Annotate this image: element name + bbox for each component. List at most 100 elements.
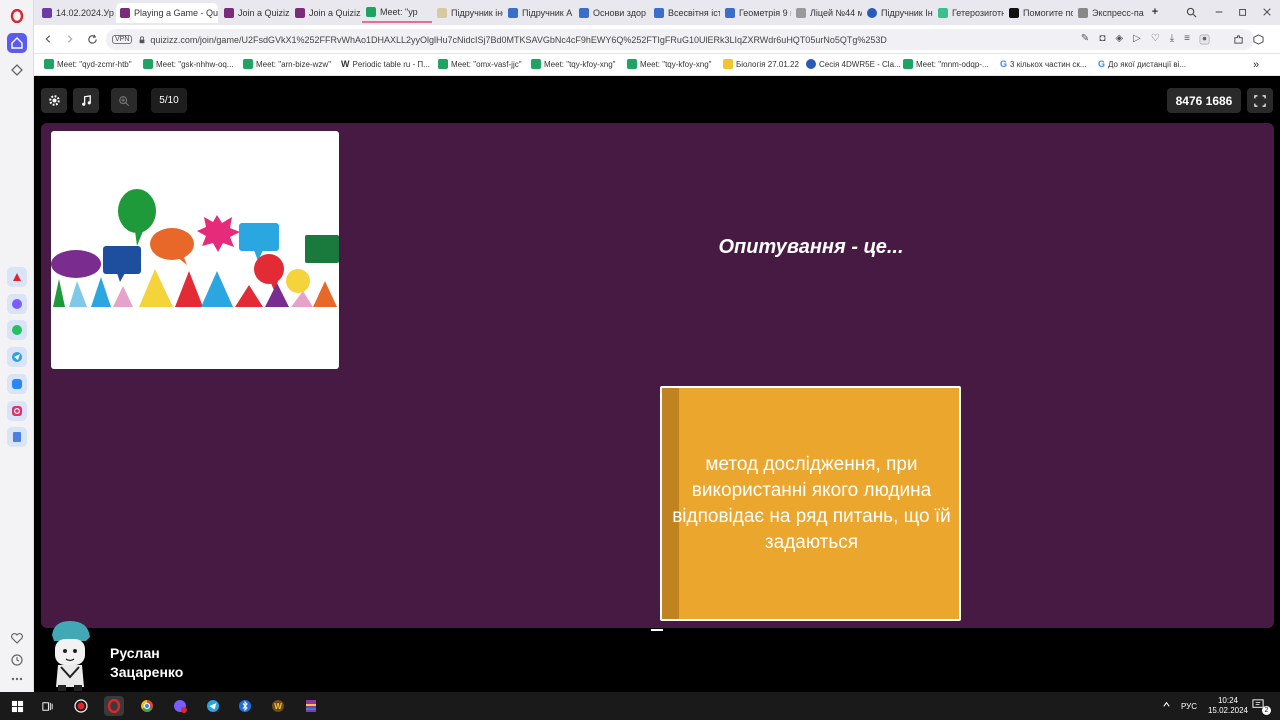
extensions-icon[interactable]	[1230, 31, 1246, 47]
close-window-button[interactable]	[1258, 4, 1276, 20]
folder-icon	[723, 59, 733, 69]
bookmark[interactable]: G До якої дистанції ві...	[1098, 59, 1186, 69]
back-icon[interactable]	[40, 31, 56, 47]
tab[interactable]: Підручник інф	[433, 3, 503, 23]
windows-start-icon[interactable]	[7, 696, 27, 716]
grid-icon	[1078, 8, 1088, 18]
question-text: Опитування - це...	[718, 236, 904, 258]
tab[interactable]: Підручник А	[504, 3, 574, 23]
tab[interactable]: Підручник Ін	[863, 3, 933, 23]
zoom-button[interactable]	[111, 88, 137, 113]
bookmark[interactable]: G3 кількох частин ск...	[1000, 59, 1087, 69]
bookmark[interactable]: Meet: "qyd-zcmr-htb"	[44, 59, 132, 69]
more-icon[interactable]	[7, 669, 27, 689]
task-view-icon[interactable]	[37, 696, 57, 716]
chrome-icon[interactable]	[137, 696, 157, 716]
bookmark[interactable]: Meet: "gsk-nhhw-oq...	[143, 59, 234, 69]
telegram-icon[interactable]	[7, 347, 27, 367]
shield-icon[interactable]: ◈	[1115, 33, 1123, 44]
meet-icon	[243, 59, 253, 69]
search-tabs-icon[interactable]	[1182, 4, 1200, 20]
bookmark[interactable]: Meet: "tqy-kfoy-xng"	[531, 59, 615, 69]
tab[interactable]: Экспресс-пан	[1074, 3, 1144, 23]
lock-icon[interactable]	[138, 33, 146, 47]
edit-icon[interactable]: ✎	[1081, 33, 1089, 44]
forward-icon[interactable]	[62, 31, 78, 47]
aria-icon[interactable]	[7, 267, 27, 287]
music-button[interactable]	[73, 88, 99, 113]
tab[interactable]: Основи здор	[575, 3, 649, 23]
bookmarks-overflow[interactable]: »	[1253, 59, 1259, 71]
wow-icon[interactable]: W	[268, 696, 288, 716]
bookmark[interactable]: Meet: "tqy-kfoy-xng"	[627, 59, 711, 69]
book-icon	[437, 8, 447, 18]
tab[interactable]: Гетерозиготн	[934, 3, 1004, 23]
meet-icon	[531, 59, 541, 69]
bookmark[interactable]: Meet: "omx-vasf-jjc"	[438, 59, 522, 69]
messenger-icon[interactable]	[7, 294, 27, 314]
url-field[interactable]: VPN quizizz.com/join/game/U2FsdGVkX1%252…	[106, 29, 1254, 50]
player-first-name: Руслан	[110, 645, 160, 661]
cube-icon[interactable]	[1250, 31, 1266, 47]
home-icon[interactable]	[7, 33, 27, 53]
trident-icon	[725, 8, 735, 18]
tab[interactable]: 14.02.2024.Ур	[38, 3, 114, 23]
tab-bar: 14.02.2024.Ур Playing a Game - Quizizz J…	[34, 0, 1280, 25]
camera-icon[interactable]: ◘	[1099, 33, 1105, 44]
download-icon[interactable]: ⤓	[1170, 33, 1174, 44]
bookmark[interactable]: Біологія 27.01.22	[723, 59, 799, 69]
tab[interactable]: Join a Quizizz	[220, 3, 290, 23]
tab[interactable]: Геометрія 9 к	[721, 3, 791, 23]
winrar-icon[interactable]	[301, 696, 321, 716]
opera-taskbar-icon[interactable]	[104, 696, 124, 716]
bookmarks-bar: Meet: "qyd-zcmr-htb" Meet: "gsk-nhhw-oq.…	[34, 54, 1280, 76]
tab[interactable]: Join a Quizizz	[291, 3, 361, 23]
opera-logo-icon[interactable]	[7, 6, 27, 26]
page-icon	[1009, 8, 1019, 18]
clock-time: 10:24	[1217, 696, 1239, 705]
notifications-count: 2	[1262, 706, 1271, 715]
whatsapp-icon[interactable]	[7, 320, 27, 340]
vpn-badge[interactable]: VPN	[112, 35, 133, 44]
heart-icon[interactable]: ♡	[1151, 33, 1160, 44]
viber-icon[interactable]	[170, 696, 190, 716]
telegram-taskbar-icon[interactable]	[203, 696, 223, 716]
info-icon	[867, 8, 877, 18]
page-icon	[796, 8, 806, 18]
tab-active[interactable]: Playing a Game - Quizizz	[116, 3, 218, 23]
fullscreen-button[interactable]	[1247, 88, 1273, 113]
new-tab-button[interactable]: +	[1146, 4, 1164, 20]
heart-icon[interactable]	[7, 628, 27, 648]
reload-icon[interactable]	[84, 31, 100, 47]
tray-chevron-icon[interactable]	[1162, 700, 1171, 711]
profile-icon[interactable]	[1196, 31, 1212, 47]
bookmark[interactable]: Сесія 4DWR5E - Cla...	[806, 59, 901, 69]
tab[interactable]: Ліцей №44 м	[792, 3, 862, 23]
play-icon[interactable]: ▷	[1133, 33, 1141, 44]
tab[interactable]: Meet: "ур	[362, 3, 432, 23]
vk-icon[interactable]	[7, 374, 27, 394]
taskbar: W РУС 10:24 15.02.2024 2	[0, 692, 1280, 720]
clock[interactable]: 10:24 15.02.2024	[1205, 696, 1251, 716]
minimize-button[interactable]	[1210, 4, 1228, 20]
record-icon[interactable]	[71, 696, 91, 716]
calculator-icon[interactable]	[7, 427, 27, 447]
player-avatar	[46, 619, 94, 692]
quizizz-icon	[295, 8, 305, 18]
bluetooth-app-icon[interactable]	[235, 696, 255, 716]
answer-option[interactable]: метод дослідження, при використанні яког…	[660, 386, 961, 621]
pinboard-icon[interactable]	[7, 60, 27, 80]
bookmark[interactable]: Meet: "arn-bize-wzw"	[243, 59, 331, 69]
menu-icon[interactable]: ≡	[1184, 33, 1190, 44]
input-language[interactable]: РУС	[1181, 702, 1197, 711]
instagram-icon[interactable]	[7, 401, 27, 421]
bookmark[interactable]: W Periodic table ru - П...	[341, 59, 430, 69]
tab[interactable]: Помогите по	[1005, 3, 1073, 23]
music-note-icon	[81, 95, 91, 106]
settings-button[interactable]	[41, 88, 67, 113]
bookmark[interactable]: Meet: "mnm-odqp-...	[903, 59, 989, 69]
history-icon[interactable]	[7, 650, 27, 670]
tab[interactable]: Всесвітня істо	[650, 3, 720, 23]
meet-icon	[366, 7, 376, 17]
restore-button[interactable]	[1234, 4, 1252, 20]
